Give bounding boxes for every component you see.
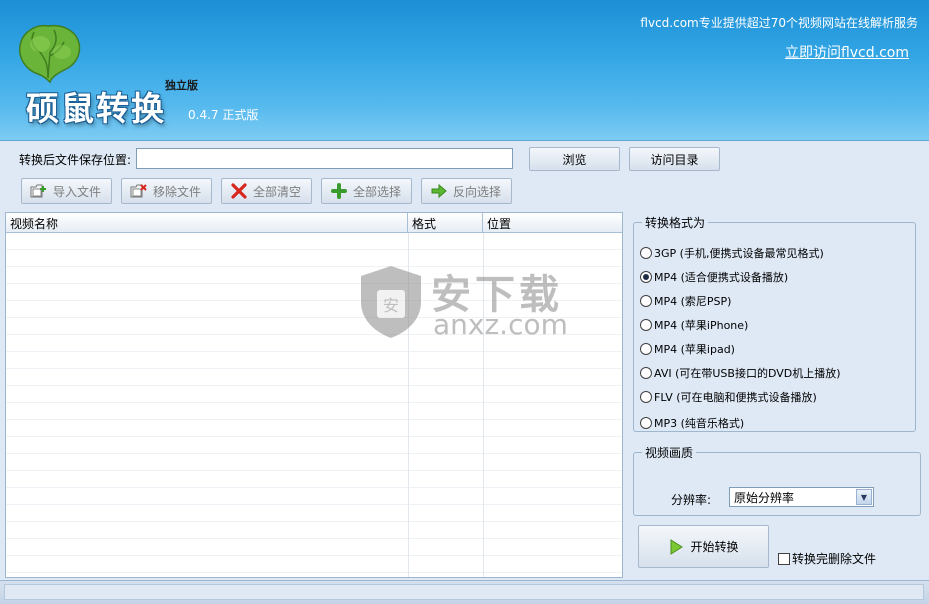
save-location-label: 转换后文件保存位置: <box>19 153 132 167</box>
format-option-avi[interactable]: AVI (可在带USB接口的DVD机上播放) <box>640 365 841 381</box>
delete-after-label: 转换完删除文件 <box>792 552 877 566</box>
clear-all-label: 全部清空 <box>253 184 302 199</box>
green-arrow-right-icon <box>431 183 447 199</box>
select-all-label: 全部选择 <box>353 184 402 199</box>
format-group: 转换格式为 3GP (手机,便携式设备最常见格式) MP4 (适合便携式设备播放… <box>633 214 916 432</box>
format-option-label: AVI (可在带USB接口的DVD机上播放) <box>654 367 841 380</box>
status-bar <box>0 580 929 604</box>
resolution-label: 分辨率: <box>671 493 712 507</box>
radio-button[interactable] <box>640 417 652 429</box>
status-bar-panel <box>4 584 924 600</box>
file-list-table[interactable]: 视频名称 格式 位置 <box>5 212 623 578</box>
radio-button[interactable] <box>640 319 652 331</box>
list-body[interactable] <box>6 233 622 577</box>
toolbar-area: 转换后文件保存位置: 浏览 访问目录 导入文件 移除文件 全部清空 全部选择 反… <box>0 141 929 212</box>
format-option-flv[interactable]: FLV (可在电脑和便携式设备播放) <box>640 389 817 405</box>
invert-select-button[interactable]: 反向选择 <box>421 178 512 204</box>
format-option-mp4-ipad[interactable]: MP4 (苹果ipad) <box>640 341 735 357</box>
leaf-logo-icon <box>18 24 81 84</box>
save-location-input[interactable] <box>136 148 513 169</box>
version-label: 0.4.7 正式版 <box>188 108 259 122</box>
quality-group-legend: 视频画质 <box>645 446 694 460</box>
radio-button[interactable] <box>640 247 652 259</box>
radio-button[interactable] <box>640 343 652 355</box>
folder-remove-icon <box>130 184 147 198</box>
clear-all-button[interactable]: 全部清空 <box>221 178 312 204</box>
edition-label: 独立版 <box>165 79 198 92</box>
radio-button[interactable] <box>640 367 652 379</box>
tagline: flvcd.com专业提供超过70个视频网站在线解析服务 <box>640 16 918 30</box>
remove-file-label: 移除文件 <box>153 184 202 199</box>
format-option-label: MP4 (苹果iPhone) <box>654 319 749 332</box>
format-option-3gp[interactable]: 3GP (手机,便携式设备最常见格式) <box>640 245 824 261</box>
radio-button[interactable] <box>640 391 652 403</box>
column-header-format[interactable]: 格式 <box>408 213 483 232</box>
format-option-mp4-psp[interactable]: MP4 (索尼PSP) <box>640 293 731 309</box>
browse-button[interactable]: 浏览 <box>529 147 620 171</box>
format-option-label: MP4 (苹果ipad) <box>654 343 735 356</box>
resolution-select[interactable]: 原始分辨率 ▼ <box>729 487 874 507</box>
delete-after-checkbox[interactable] <box>778 552 790 565</box>
start-convert-button[interactable]: 开始转换 <box>638 525 769 568</box>
open-directory-button[interactable]: 访问目录 <box>629 147 720 171</box>
app-header: 硕鼠转换 独立版 0.4.7 正式版 flvcd.com专业提供超过70个视频网… <box>0 0 929 141</box>
app-title: 硕鼠转换 <box>26 89 166 128</box>
invert-select-label: 反向选择 <box>453 184 502 199</box>
video-quality-group: 视频画质 分辨率: 原始分辨率 ▼ <box>633 444 921 516</box>
visit-flvcd-link[interactable]: 立即访问flvcd.com <box>785 42 909 62</box>
format-group-legend: 转换格式为 <box>645 216 706 230</box>
options-panel: 转换格式为 3GP (手机,便携式设备最常见格式) MP4 (适合便携式设备播放… <box>624 212 929 578</box>
format-option-label: MP3 (纯音乐格式) <box>654 417 745 430</box>
green-plus-icon <box>331 183 347 199</box>
format-option-label: FLV (可在电脑和便携式设备播放) <box>654 391 817 404</box>
format-option-label: MP4 (索尼PSP) <box>654 295 732 308</box>
chevron-down-icon[interactable]: ▼ <box>856 489 872 505</box>
column-divider <box>483 233 484 577</box>
radio-button[interactable] <box>640 271 652 283</box>
folder-add-icon <box>30 184 46 198</box>
import-file-button[interactable]: 导入文件 <box>21 178 112 204</box>
radio-button[interactable] <box>640 295 652 307</box>
start-convert-label: 开始转换 <box>690 540 739 554</box>
play-icon <box>670 538 684 555</box>
import-file-label: 导入文件 <box>53 184 102 199</box>
resolution-value: 原始分辨率 <box>734 490 795 505</box>
format-option-label: MP4 (适合便携式设备播放) <box>654 271 789 284</box>
select-all-button[interactable]: 全部选择 <box>321 178 412 204</box>
column-header-name[interactable]: 视频名称 <box>6 213 408 232</box>
column-header-location[interactable]: 位置 <box>483 213 622 232</box>
format-option-mp4-iphone[interactable]: MP4 (苹果iPhone) <box>640 317 748 333</box>
list-header: 视频名称 格式 位置 <box>6 213 622 233</box>
format-option-label: 3GP (手机,便携式设备最常见格式) <box>654 247 824 260</box>
delete-after-convert-option[interactable]: 转换完删除文件 <box>778 550 876 567</box>
remove-file-button[interactable]: 移除文件 <box>121 178 212 204</box>
format-option-mp3[interactable]: MP3 (纯音乐格式) <box>640 415 744 431</box>
red-x-icon <box>231 183 247 199</box>
format-option-mp4[interactable]: MP4 (适合便携式设备播放) <box>640 269 788 285</box>
column-divider <box>408 233 409 577</box>
